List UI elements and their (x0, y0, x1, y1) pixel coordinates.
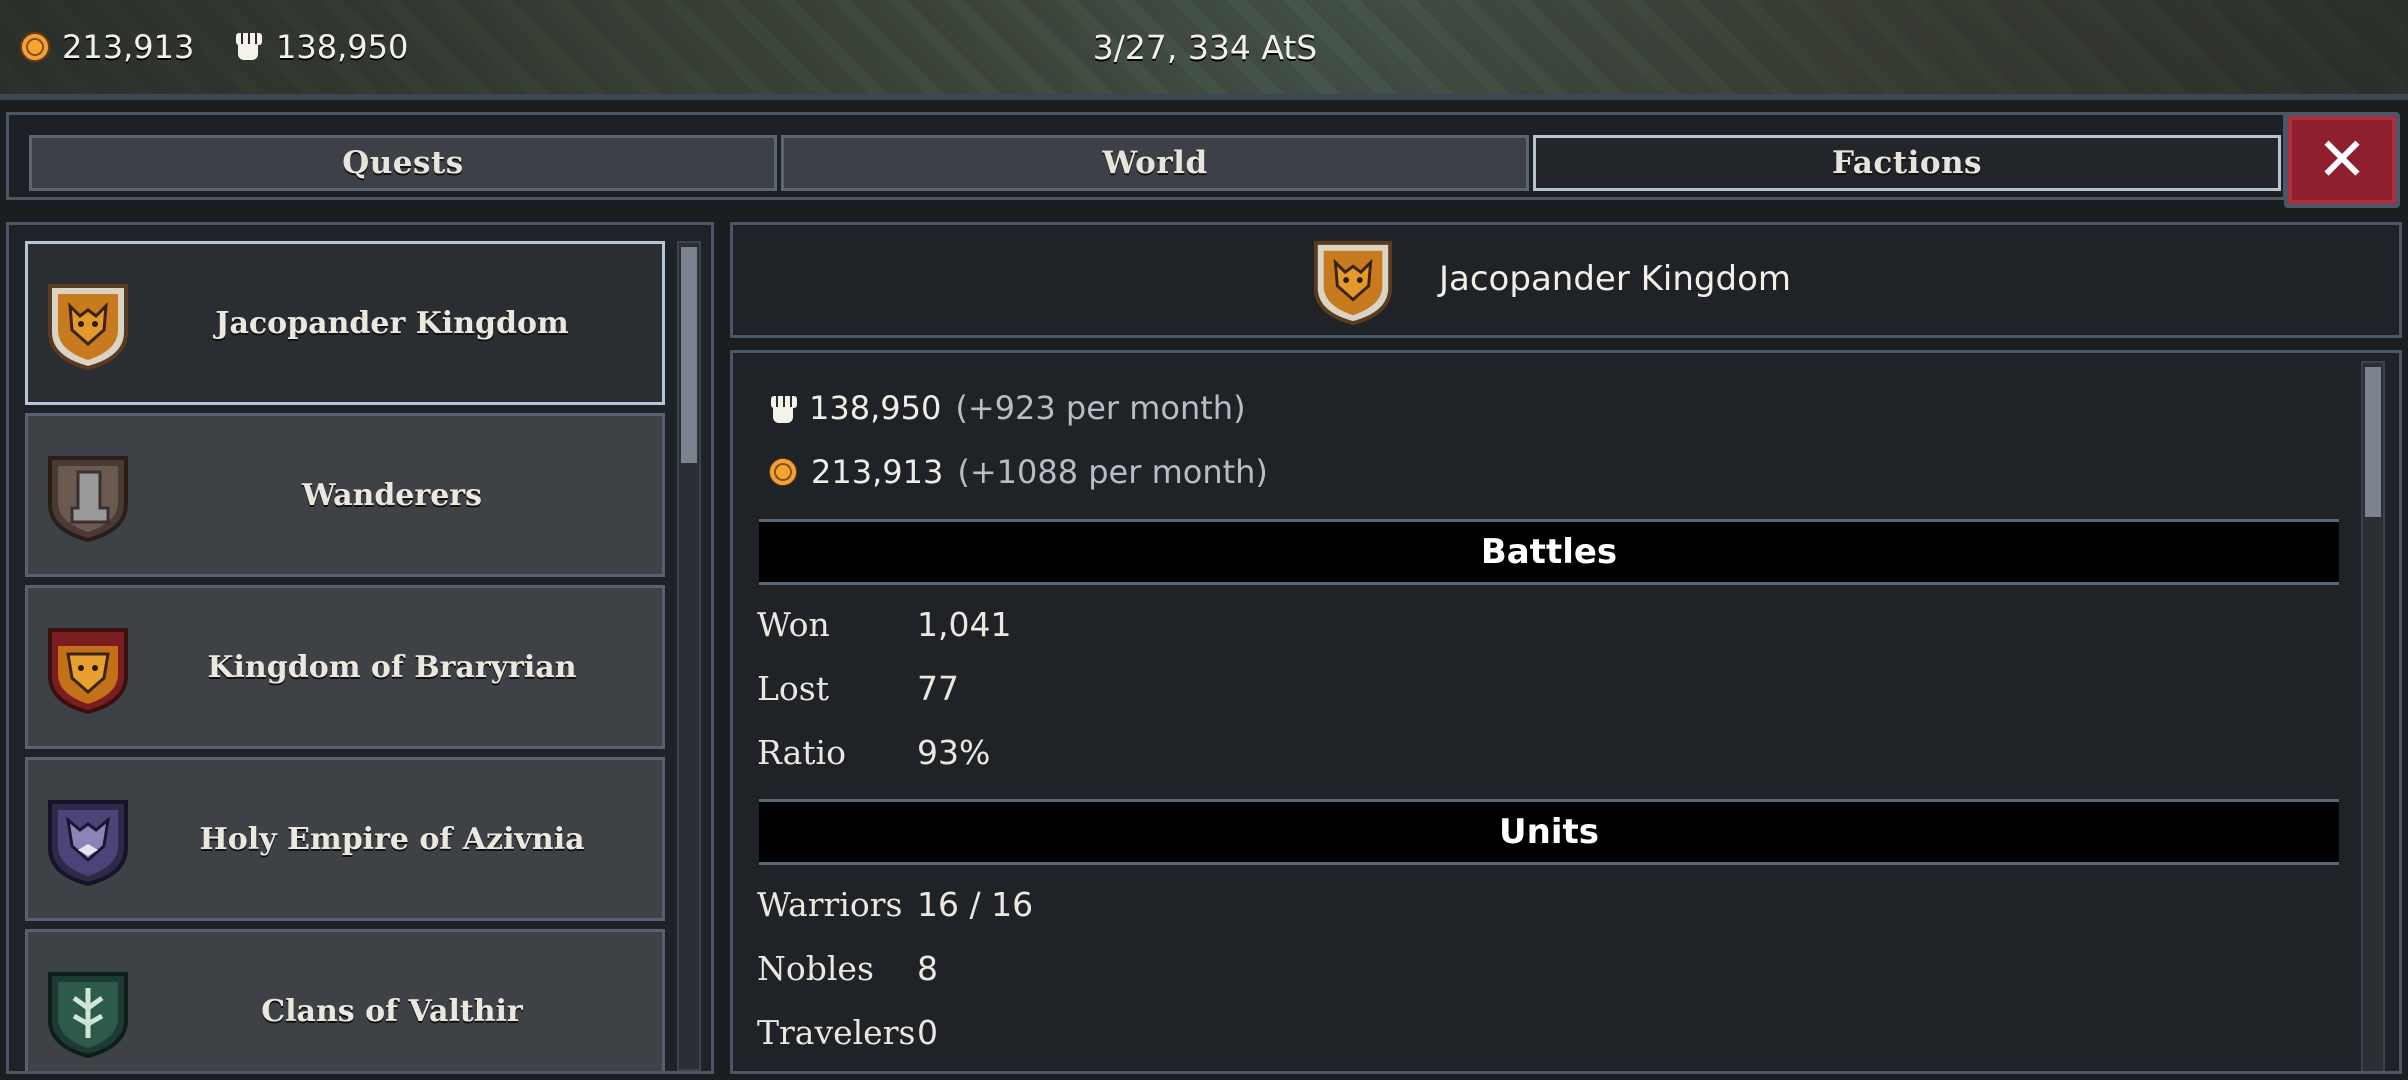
faction-detail-header: Jacopander Kingdom (730, 222, 2402, 338)
stat-label: Travelers (757, 1013, 916, 1052)
stat-value: 93% (917, 733, 991, 772)
tab-bar: Quests World Factions (6, 112, 2286, 200)
gold-coin-icon (20, 32, 50, 62)
tab-world[interactable]: World (781, 135, 1529, 191)
faction-detail-title: Jacopander Kingdom (1439, 259, 1791, 299)
faction-name: Kingdom of Braryrian (207, 649, 577, 685)
stat-row-warriors: Warriors 16 / 16 (757, 885, 1033, 924)
stat-row-travelers: Travelers 0 (757, 1013, 938, 1052)
faction-name: Wanderers (302, 477, 482, 513)
game-date: 3/27, 334 AtS (1092, 28, 1318, 67)
faction-item-kingdom-of-braryrian[interactable]: Kingdom of Braryrian (25, 585, 665, 749)
faction-name: Clans of Valthir (261, 993, 523, 1029)
fist-icon (234, 31, 264, 63)
top-hud: 213,913 138,950 3/27, 334 AtS (0, 0, 2408, 100)
tree-shield-icon (48, 972, 128, 1059)
lion-shield-icon (48, 628, 128, 715)
tiger-shield-icon (48, 284, 128, 371)
power-value: 138,950 (276, 28, 409, 66)
power-counter: 138,950 (234, 28, 408, 66)
battles-heading: Battles (759, 519, 2339, 585)
stat-label: Warriors (757, 885, 903, 924)
close-button[interactable]: ✕ (2284, 112, 2400, 208)
stat-row-ratio: Ratio 93% (757, 733, 990, 772)
faction-name: Holy Empire of Azivnia (199, 821, 585, 857)
power-summary: 138,950 (+923 per month) (769, 389, 1246, 427)
power-rate: (+923 per month) (955, 389, 1246, 427)
close-icon: ✕ (2316, 125, 2368, 195)
faction-item-holy-empire-of-azivnia[interactable]: Holy Empire of Azivnia (25, 757, 665, 921)
power-total: 138,950 (809, 389, 942, 427)
faction-item-jacopander-kingdom[interactable]: Jacopander Kingdom (25, 241, 665, 405)
stat-label: Ratio (757, 733, 846, 772)
faction-name: Jacopander Kingdom (215, 305, 569, 341)
boot-shield-icon (48, 456, 128, 543)
faction-item-wanderers[interactable]: Wanderers (25, 413, 665, 577)
stat-row-nobles: Nobles 8 (757, 949, 938, 988)
stat-value: 77 (917, 669, 959, 708)
gold-rate: (+1088 per month) (957, 453, 1268, 491)
stat-label: Lost (757, 669, 829, 708)
units-heading: Units (759, 799, 2339, 865)
detail-scrollbar[interactable] (2361, 361, 2385, 1071)
scrollbar-thumb[interactable] (2365, 367, 2381, 517)
stat-value: 0 (917, 1013, 938, 1052)
stat-value: 8 (917, 949, 938, 988)
fist-icon (769, 394, 797, 423)
gold-coin-icon (769, 458, 797, 486)
faction-item-clans-of-valthir[interactable]: Clans of Valthir (25, 929, 665, 1071)
stat-label: Nobles (757, 949, 874, 988)
stat-value: 1,041 (917, 605, 1012, 644)
stat-row-won: Won 1,041 (757, 605, 1011, 644)
wolf-shield-icon (48, 800, 128, 887)
gold-value: 213,913 (62, 28, 195, 66)
faction-list-scrollbar[interactable] (677, 241, 701, 1071)
gold-counter: 213,913 (20, 28, 194, 66)
tab-factions[interactable]: Factions (1533, 135, 2281, 191)
scrollbar-thumb[interactable] (681, 247, 697, 463)
gold-summary: 213,913 (+1088 per month) (769, 453, 1268, 491)
tab-quests[interactable]: Quests (29, 135, 777, 191)
faction-detail-panel: 138,950 (+923 per month) 213,913 (+1088 … (730, 350, 2402, 1074)
faction-list-panel: Jacopander Kingdom Wanderers Kingdom of … (6, 222, 714, 1074)
gold-total: 213,913 (811, 453, 944, 491)
stat-row-lost: Lost 77 (757, 669, 959, 708)
stat-value: 16 / 16 (917, 885, 1034, 924)
tiger-shield-icon (1313, 240, 1393, 326)
stat-label: Won (757, 605, 830, 644)
